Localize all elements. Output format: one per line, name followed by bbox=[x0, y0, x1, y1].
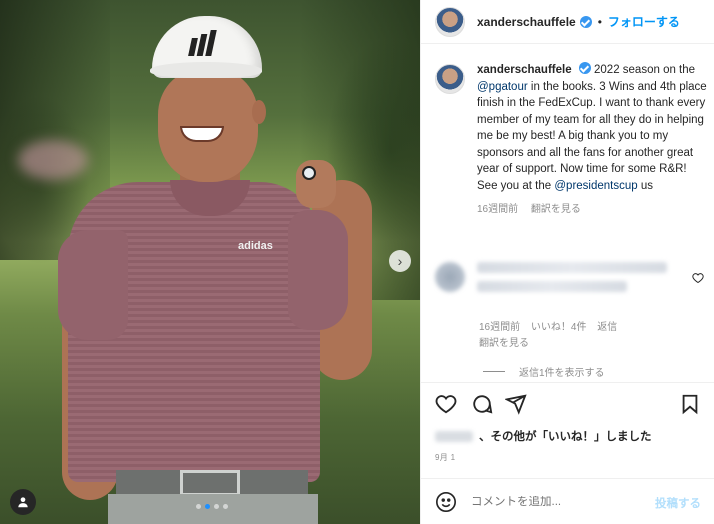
see-translation-link[interactable]: 翻訳を見る bbox=[531, 204, 581, 215]
chevron-right-icon: › bbox=[397, 253, 403, 269]
cap-logo-icon bbox=[188, 30, 218, 56]
post-header: xanderschauffele • フォローする bbox=[421, 0, 714, 44]
comment-likes-count[interactable]: いいね！4件 bbox=[531, 322, 587, 333]
mention-link-presidentscup[interactable]: @presidentscup bbox=[554, 180, 637, 192]
belt-buckle bbox=[180, 470, 240, 496]
caption-part: 2022 season on the bbox=[590, 64, 696, 76]
view-replies-label: 返信1件を表示する bbox=[519, 368, 605, 379]
caption-part: in the books. 3 Wins and 4th place finis… bbox=[477, 80, 707, 192]
bookmark-icon[interactable] bbox=[679, 393, 701, 415]
golfer-cap-brim bbox=[150, 62, 262, 78]
heart-icon[interactable] bbox=[435, 393, 457, 415]
post-photo[interactable]: adidas › bbox=[0, 0, 420, 524]
golfer-pants bbox=[108, 494, 318, 524]
post-side-panel: xanderschauffele • フォローする xanderschauffe… bbox=[420, 0, 714, 524]
replies-line bbox=[483, 371, 505, 372]
post-actions bbox=[421, 382, 714, 424]
caption-meta: 16週間前 翻訳を見る bbox=[477, 200, 707, 215]
post-caption: xanderschauffele 2022 season on the @pga… bbox=[435, 62, 707, 215]
caption-username[interactable]: xanderschauffele bbox=[477, 64, 572, 76]
view-replies-button[interactable]: 返信1件を表示する bbox=[483, 364, 605, 379]
comment-item bbox=[435, 262, 707, 300]
comment-input[interactable] bbox=[471, 495, 651, 508]
follow-button[interactable]: フォローする bbox=[608, 13, 680, 30]
comment-reply-button[interactable]: 返信 bbox=[597, 322, 617, 333]
caption-part: us bbox=[637, 179, 653, 192]
user-tag-icon bbox=[18, 497, 28, 508]
carousel-next-button[interactable]: › bbox=[389, 250, 411, 272]
carousel-dot bbox=[196, 504, 201, 509]
carousel-dot bbox=[205, 504, 210, 509]
carousel-dot bbox=[223, 504, 228, 509]
share-icon[interactable] bbox=[505, 393, 527, 415]
verified-badge-icon bbox=[579, 15, 592, 28]
likes-summary[interactable]: 、その他が「いいね！」しました bbox=[435, 428, 652, 444]
comment-like-icon[interactable] bbox=[692, 272, 704, 284]
caption-timestamp: 16週間前 bbox=[477, 204, 519, 215]
golfer-figure: adidas bbox=[0, 0, 420, 524]
golfer-right-sleeve bbox=[288, 210, 348, 330]
emoji-icon[interactable] bbox=[435, 491, 457, 513]
separator-dot: • bbox=[597, 14, 602, 29]
post-comment-button[interactable]: 投稿する bbox=[655, 495, 701, 511]
golfer-left-sleeve bbox=[58, 230, 128, 340]
comment-avatar-blurred bbox=[435, 262, 465, 292]
avatar[interactable] bbox=[435, 6, 465, 37]
liker-name-blurred bbox=[435, 430, 473, 442]
caption-avatar[interactable] bbox=[435, 64, 465, 94]
verified-badge-icon bbox=[578, 62, 591, 74]
carousel-dot bbox=[214, 504, 219, 509]
carousel-indicator bbox=[196, 504, 228, 509]
comment-text-blurred bbox=[477, 262, 667, 300]
comment-meta: 16週間前 いいね！4件 返信 翻訳を見る bbox=[479, 320, 617, 352]
shirt-logo-text: adidas bbox=[238, 240, 273, 252]
golfer-fist bbox=[296, 160, 336, 208]
comment-icon[interactable] bbox=[471, 393, 493, 415]
user-tag-button[interactable] bbox=[10, 489, 36, 515]
add-comment-bar: 投稿する bbox=[421, 478, 714, 524]
comment-see-translation-link[interactable]: 翻訳を見る bbox=[479, 338, 529, 349]
golfer-ear bbox=[252, 100, 266, 124]
caption-body: xanderschauffele 2022 season on the @pga… bbox=[477, 62, 707, 215]
caption-text: xanderschauffele 2022 season on the @pga… bbox=[477, 62, 707, 194]
comment-timestamp: 16週間前 bbox=[479, 322, 521, 333]
mention-link-pgatour[interactable]: @pgatour bbox=[477, 81, 528, 93]
golf-ball bbox=[302, 166, 316, 180]
header-username[interactable]: xanderschauffele bbox=[477, 15, 576, 29]
post-date: 9月 1 bbox=[435, 453, 456, 462]
likes-text: 、その他が「いいね！」しました bbox=[479, 431, 652, 443]
